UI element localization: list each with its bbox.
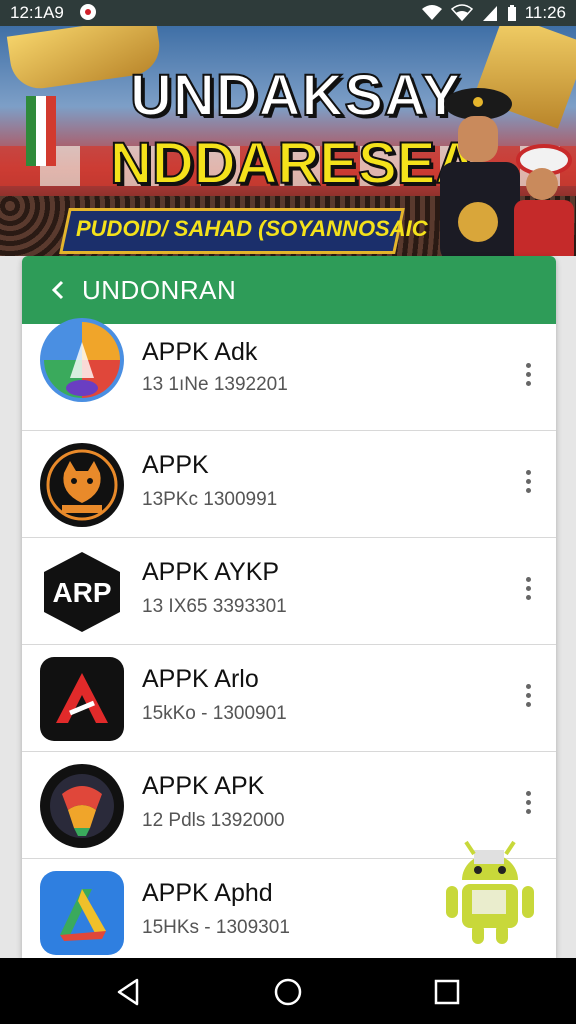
status-clock: 11:26: [524, 3, 566, 22]
app-name: APPK AYKP: [142, 558, 280, 586]
app-meta: 15kKo - 1300901: [142, 703, 287, 724]
app-name: APPK Adk: [142, 338, 258, 366]
app-name: APPK Aphd: [142, 879, 273, 907]
list-item[interactable]: APPK Arlo 15kKo - 1300901: [22, 645, 556, 752]
more-options-icon[interactable]: [518, 675, 538, 715]
panel-header: UNDONRAN: [22, 256, 556, 324]
more-options-icon[interactable]: [518, 782, 538, 822]
cat-badge-icon: [40, 443, 124, 527]
app-meta: 13ΡKc 1300991: [142, 489, 278, 510]
colorful-emblem-icon: [40, 764, 124, 848]
app-meta: 13 IX65 3393301: [142, 596, 287, 617]
status-icons: 11:26: [421, 3, 566, 23]
google-drive-style-icon: [40, 318, 124, 402]
battery-icon: [507, 5, 516, 21]
nav-back-icon[interactable]: [113, 976, 145, 1008]
blue-drive-triangle-icon: [40, 871, 124, 955]
notification-icon: [80, 4, 96, 20]
app-name: APPK Arlo: [142, 665, 259, 693]
more-options-icon[interactable]: [518, 568, 538, 608]
list-item[interactable]: ARP APPK AYKP 13 IX65 3393301: [22, 538, 556, 645]
android-mascot-icon: [446, 840, 534, 944]
arp-hexagon-icon: ARP: [44, 552, 120, 632]
nav-recents-icon[interactable]: [431, 976, 463, 1008]
wifi-icon: [421, 5, 442, 20]
list-item[interactable]: APPK 13ΡKc 1300991: [22, 431, 556, 538]
chevron-left-icon: [51, 280, 64, 300]
status-time: 12:1A9: [10, 3, 64, 22]
app-name: APPK APK: [142, 772, 265, 800]
navigation-bar: [0, 958, 576, 1024]
back-button[interactable]: [38, 270, 78, 310]
svg-text:ARP: ARP: [52, 577, 111, 608]
red-a-logo-icon: [40, 657, 124, 741]
banner-subtitle: PUDOID/ SAHAD (SOYANNOSAIC: [76, 216, 428, 241]
child-illustration: [514, 144, 574, 256]
promo-banner[interactable]: UNDAKSAY NDDARESEA PUDOID/ SAHAD (SOYANN…: [0, 26, 576, 256]
wifi-weak-icon: [450, 4, 473, 22]
status-bar: 12:1A9 11:26: [0, 0, 576, 26]
more-options-icon[interactable]: [518, 461, 538, 501]
panel-title: UNDONRAN: [82, 274, 237, 305]
flag-icon: [26, 96, 56, 166]
banner-title-line1: UNDAKSAY: [129, 62, 462, 129]
app-name: APPK: [142, 451, 209, 479]
more-options-icon[interactable]: [518, 354, 538, 394]
app-meta: 15HKs - 1309301: [142, 917, 290, 938]
nav-home-icon[interactable]: [272, 976, 304, 1008]
signal-icon: [482, 6, 497, 21]
list-item[interactable]: APPK Adk 13 1ıNe 1392201: [22, 318, 556, 431]
banner-title-line2: NDDARESEA: [109, 130, 478, 197]
app-meta: 13 1ıNe 1392201: [142, 374, 288, 395]
app-meta: 12 Pdls 1392000: [142, 810, 285, 831]
